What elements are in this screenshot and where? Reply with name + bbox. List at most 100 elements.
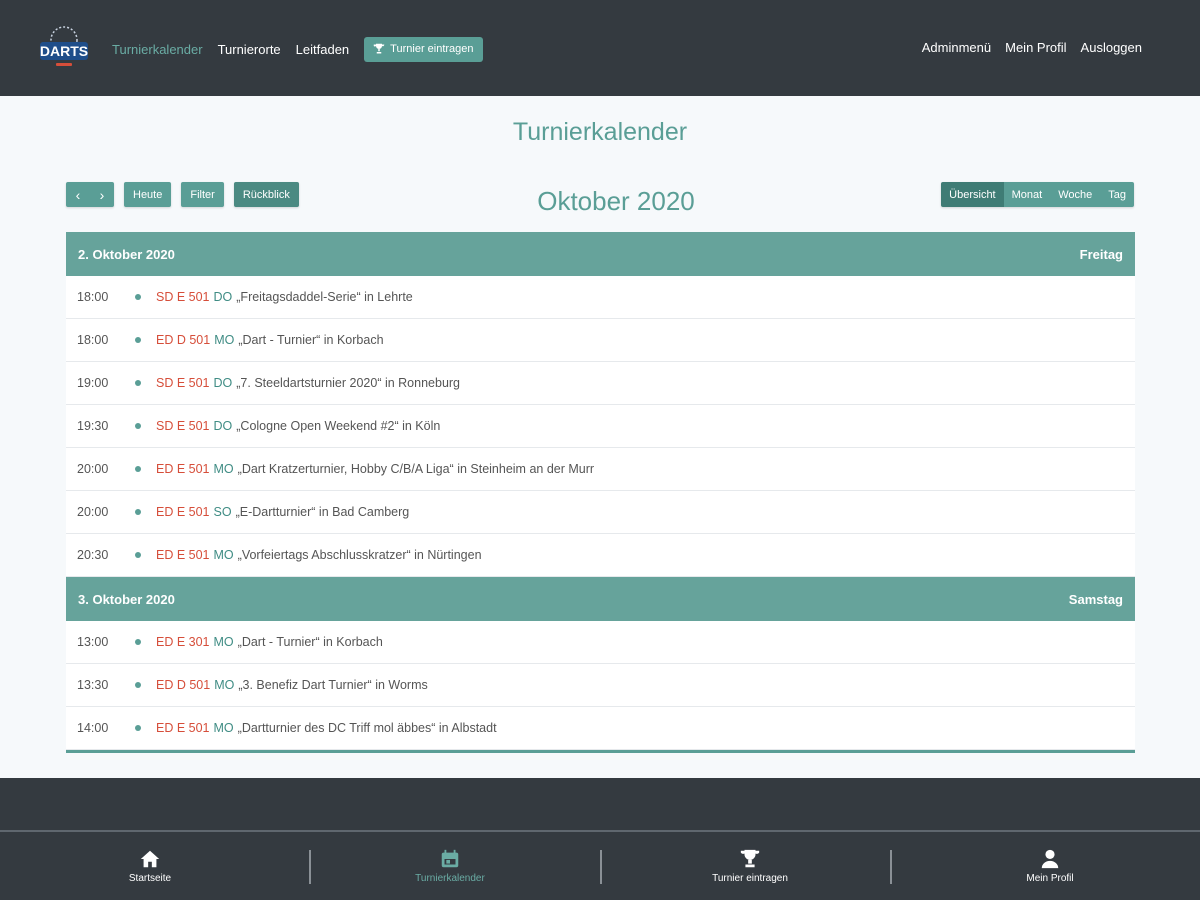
day-weekday: Samstag (1068, 591, 1123, 607)
event-time: 18:00 (77, 290, 109, 304)
nav-adminmenu[interactable]: Adminmenü (922, 40, 991, 55)
tab-label: Turnierkalender (415, 873, 485, 884)
day-weekday: Freitag (1079, 246, 1123, 262)
tab-label: Startseite (128, 873, 172, 884)
event-mode: MO (214, 333, 235, 347)
tab-turnierkalender[interactable]: Turnierkalender (300, 832, 600, 900)
event-title: „7. Steeldartsturnier 2020“ in Ronneburg (236, 376, 461, 390)
event-dot (135, 682, 141, 688)
event-dot (135, 294, 141, 300)
event-time: 19:30 (77, 419, 109, 433)
event-code: ED E 501 (156, 548, 210, 562)
event-code: ED D 501 (156, 333, 211, 347)
event-code: ED E 501 (156, 505, 210, 519)
event-code: ED E 501 (156, 462, 210, 476)
event-row[interactable]: 14:00 ED E 501 MO „Dartturnier des DC Tr… (66, 707, 1135, 750)
event-code: SD E 501 (156, 290, 210, 304)
event-title: „Dart Kratzerturnier, Hobby C/B/A Liga“ … (237, 462, 595, 476)
event-row[interactable]: 19:30 SD E 501 DO „Cologne Open Weekend … (66, 405, 1135, 448)
event-time: 14:00 (77, 721, 109, 735)
event-row[interactable]: 19:00 SD E 501 DO „7. Steeldartsturnier … (66, 362, 1135, 405)
user-nav: Adminmenü Mein Profil Ausloggen (922, 40, 1142, 55)
event-row[interactable]: 18:00 ED D 501 MO „Dart - Turnier“ in Ko… (66, 319, 1135, 362)
event-mode: MO (213, 548, 234, 562)
nav-turnierkalender[interactable]: Turnierkalender (112, 42, 203, 57)
event-dot (135, 423, 141, 429)
event-title: „Dart - Turnier“ in Korbach (237, 635, 383, 649)
user-icon (1041, 849, 1059, 869)
enter-tournament-button[interactable]: Turnier eintragen (364, 36, 483, 62)
event-mode: DO (213, 290, 233, 304)
event-time: 19:00 (77, 376, 109, 390)
trophy-icon (740, 849, 760, 868)
event-code: SD E 501 (156, 376, 210, 390)
event-code: ED E 301 (156, 635, 210, 649)
nav-leitfaden[interactable]: Leitfaden (296, 42, 350, 57)
event-row[interactable]: 20:00 ED E 501 SO „E-Dartturnier“ in Bad… (66, 491, 1135, 534)
event-row[interactable]: 13:00 ED E 301 MO „Dart - Turnier“ in Ko… (66, 621, 1135, 664)
event-row[interactable]: 20:00 ED E 501 MO „Dart Kratzerturnier, … (66, 448, 1135, 491)
view-switch: Übersicht Monat Woche Tag (941, 182, 1134, 207)
darts-logo[interactable]: DARTS (36, 20, 92, 76)
tab-label: Mein Profil (1026, 873, 1074, 884)
nav-turnierorte[interactable]: Turnierorte (218, 42, 281, 57)
page-title: Turnierkalender (512, 118, 688, 146)
tab-divider (890, 850, 892, 884)
event-title: „E-Dartturnier“ in Bad Camberg (235, 505, 410, 519)
event-mode: MO (214, 678, 235, 692)
nav-mein-profil[interactable]: Mein Profil (1005, 40, 1066, 55)
event-title: „Vorfeiertags Abschlusskratzer“ in Nürti… (237, 548, 482, 562)
footer-band (0, 778, 1200, 830)
day-header: 3. Oktober 2020 Samstag (66, 577, 1135, 621)
day-header: 2. Oktober 2020 Freitag (66, 232, 1135, 276)
event-title: „3. Benefiz Dart Turnier“ in Worms (238, 678, 428, 692)
event-time: 13:30 (77, 678, 109, 692)
event-list: 2. Oktober 2020 Freitag 18:00 SD E 501 D… (66, 232, 1135, 753)
event-code: ED D 501 (156, 678, 211, 692)
day-date: 3. Oktober 2020 (78, 591, 175, 607)
event-row[interactable]: 13:30 ED D 501 MO „3. Benefiz Dart Turni… (66, 664, 1135, 707)
event-mode: MO (213, 635, 234, 649)
view-month-button[interactable]: Monat (1003, 182, 1051, 207)
event-dot (135, 337, 141, 343)
event-mode: SO (213, 505, 232, 519)
enter-tournament-label: Turnier eintragen (390, 43, 474, 55)
bottom-tab-bar: Startseite Turnierkalender Turnier eintr… (0, 830, 1200, 900)
event-title: „Dart - Turnier“ in Korbach (238, 333, 384, 347)
event-mode: MO (213, 721, 234, 735)
calendar-icon (441, 849, 459, 868)
event-time: 20:30 (77, 548, 109, 562)
view-day-button[interactable]: Tag (1100, 182, 1134, 207)
top-header: DARTS Turnierkalender Turnierorte Leitfa… (0, 0, 1200, 96)
event-mode: DO (213, 419, 233, 433)
event-dot (135, 466, 141, 472)
trophy-icon (373, 43, 385, 54)
tab-turnier-eintragen[interactable]: Turnier eintragen (600, 832, 900, 900)
event-dot (135, 639, 141, 645)
tab-mein-profil[interactable]: Mein Profil (900, 832, 1200, 900)
day-date: 2. Oktober 2020 (78, 246, 175, 262)
nav-ausloggen[interactable]: Ausloggen (1081, 40, 1142, 55)
event-mode: MO (213, 462, 234, 476)
event-time: 13:00 (77, 635, 109, 649)
svg-text:DARTS: DARTS (40, 43, 88, 59)
main-nav: Turnierkalender Turnierorte Leitfaden Tu… (112, 36, 483, 62)
tab-label: Turnier eintragen (712, 873, 788, 884)
event-dot (135, 725, 141, 731)
event-code: SD E 501 (156, 419, 210, 433)
view-overview-button[interactable]: Übersicht (941, 182, 1004, 207)
view-week-button[interactable]: Woche (1050, 182, 1101, 207)
event-row[interactable]: 18:00 SD E 501 DO „Freitagsdaddel-Serie“… (66, 276, 1135, 319)
event-dot (135, 552, 141, 558)
home-icon (140, 850, 160, 868)
event-row[interactable]: 20:30 ED E 501 MO „Vorfeiertags Abschlus… (66, 534, 1135, 577)
tab-startseite[interactable]: Startseite (0, 832, 300, 900)
event-dot (135, 509, 141, 515)
event-title: „Freitagsdaddel-Serie“ in Lehrte (236, 290, 413, 304)
event-title: „Cologne Open Weekend #2“ in Köln (236, 419, 441, 433)
event-time: 20:00 (77, 462, 109, 476)
event-mode: DO (213, 376, 233, 390)
event-time: 20:00 (77, 505, 109, 519)
event-dot (135, 380, 141, 386)
event-title: „Dartturnier des DC Triff mol äbbes“ in … (237, 721, 497, 735)
